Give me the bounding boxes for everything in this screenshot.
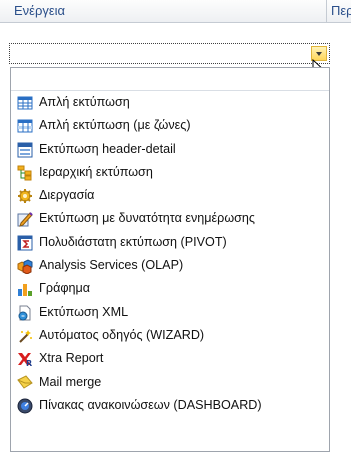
menu-item-xml-print[interactable]: Εκτύπωση XML [11,301,329,324]
menu-item-editable-print[interactable]: Εκτύπωση με δυνατότητα ενημέρωσης [11,207,329,230]
column-header-energeia[interactable]: Ενέργεια [10,0,327,22]
olap-cubes-icon [17,258,33,275]
menu-item-label: Analysis Services (OLAP) [39,258,184,273]
svg-text:R: R [26,359,32,367]
empty-option[interactable] [11,68,329,91]
menu-item-dashboard[interactable]: Πίνακας ανακοινώσεων (DASHBOARD) [11,394,329,417]
menu-item-wizard[interactable]: Αυτόματος οδηγός (WIZARD) [11,324,329,347]
action-dropdown-list[interactable]: Απλή εκτύπωση Απλή εκτύπωση (με ζώνες) Ε… [10,67,330,452]
menu-item-label: Ιεραρχική εκτύπωση [39,164,153,179]
dashboard-globe-icon [17,398,33,414]
menu-item-label: Πίνακας ανακοινώσεων (DASHBOARD) [39,397,262,412]
menu-item-label: Απλή εκτύπωση (με ζώνες) [39,118,191,133]
simple-table-icon [17,95,33,111]
hierarchy-icon [17,165,33,181]
menu-item-label: Εκτύπωση header-detail [39,141,176,156]
menu-item-process[interactable]: Διεργασία [11,184,329,207]
menu-item-label: Διεργασία [39,188,95,203]
menu-item-banded-print[interactable]: Απλή εκτύπωση (με ζώνες) [11,114,329,137]
menu-item-label: Εκτύπωση XML [39,304,129,319]
menu-item-header-detail[interactable]: Εκτύπωση header-detail [11,138,329,161]
magic-wand-icon [17,328,33,344]
banded-table-icon [17,118,33,134]
menu-item-hierarchical[interactable]: Ιεραρχική εκτύπωση [11,161,329,184]
pivot-sigma-icon [17,235,33,251]
menu-item-label: Xtra Report [39,351,104,366]
menu-item-mail-merge[interactable]: Mail merge [11,371,329,394]
envelope-icon [17,374,33,391]
xtra-report-icon: R [17,351,33,367]
column-header-next[interactable]: Περ [327,0,351,22]
action-combobox[interactable] [9,43,330,64]
menu-item-label: Πολυδιάστατη εκτύπωση (PIVOT) [39,234,227,249]
menu-item-label: Απλή εκτύπωση [39,95,130,109]
menu-item-label: Γράφημα [39,281,91,296]
gear-process-icon [17,188,33,204]
menu-item-label: Εκτύπωση με δυνατότητα ενημέρωσης [39,211,256,226]
menu-item-label: Αυτόματος οδηγός (WIZARD) [39,327,205,342]
menu-item-pivot[interactable]: Πολυδιάστατη εκτύπωση (PIVOT) [11,231,329,254]
menu-item-xtra-report[interactable]: R Xtra Report [11,347,329,370]
edit-report-icon [17,211,33,228]
grid-header: Ενέργεια Περ [0,0,351,23]
bar-chart-icon [17,281,33,297]
menu-item-simple-print[interactable]: Απλή εκτύπωση [11,91,329,114]
xml-file-icon [17,305,33,321]
menu-item-olap[interactable]: Analysis Services (OLAP) [11,254,329,277]
header-detail-icon [17,142,33,158]
menu-item-chart[interactable]: Γράφημα [11,277,329,300]
menu-item-label: Mail merge [39,374,102,389]
